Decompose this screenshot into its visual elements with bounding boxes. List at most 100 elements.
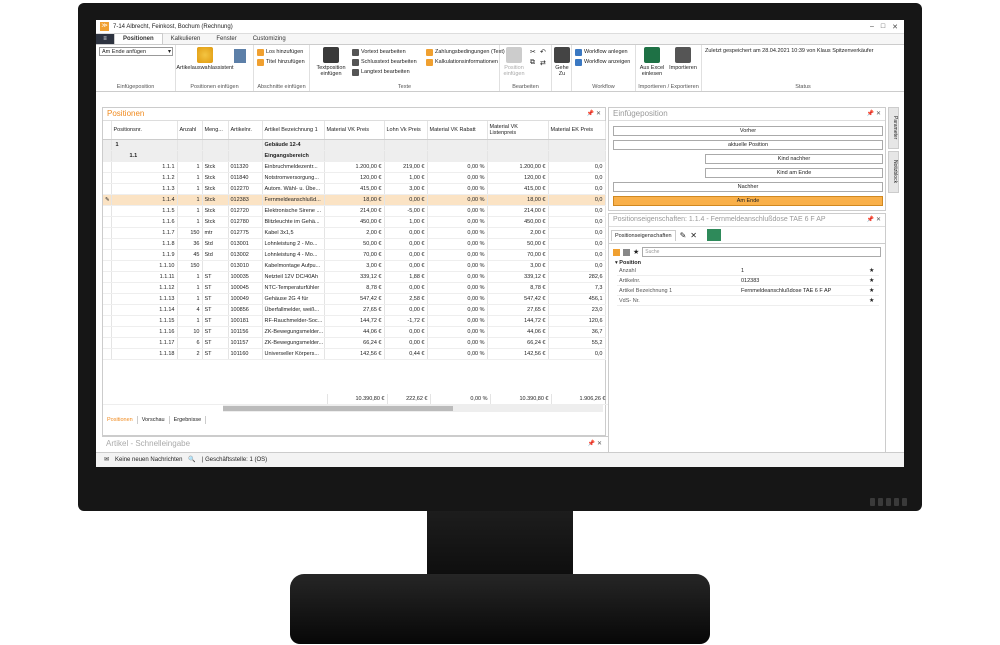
cell-bez[interactable]: Eingangsbereich (262, 150, 325, 162)
cell-list[interactable]: 339,12 € (487, 271, 549, 283)
cell-nr[interactable] (228, 139, 263, 151)
table-row[interactable]: 1.1.2 1 Stck 011840 Notstromversorgung... 120… (103, 172, 606, 184)
col-header[interactable]: Lohn Vk Preis (384, 121, 428, 140)
cell-mvk[interactable]: 8,78 € (324, 282, 385, 294)
cell-mvk[interactable]: 547,42 € (324, 293, 385, 305)
cell-nr[interactable]: 100181 (228, 315, 263, 327)
cell-mvk[interactable]: 27,65 € (324, 304, 385, 316)
cell-rab[interactable]: 0,00 % (427, 227, 488, 239)
cell-bez[interactable]: Notstromversorgung... (262, 172, 325, 184)
payment-terms-button[interactable]: Zahlungsbedingungen (Text) (426, 47, 505, 57)
cell-anzahl[interactable]: 1 (177, 293, 203, 305)
cell-anzahl[interactable]: 36 (177, 238, 203, 250)
cell-bez[interactable]: Kabelmontage Aufpu... (262, 260, 325, 272)
cell-me[interactable] (202, 150, 229, 162)
row-indicator[interactable] (103, 150, 112, 162)
cell-anzahl[interactable]: 1 (177, 172, 203, 184)
cell-list[interactable]: 18,00 € (487, 194, 549, 206)
cell-bez[interactable]: RF-Rauchmelder-Soc... (262, 315, 325, 327)
cell-ek[interactable]: 36,7 (548, 326, 606, 338)
tab-ergebnisse[interactable]: Ergebnisse (170, 416, 207, 424)
cell-lvk[interactable]: 0,00 € (384, 337, 428, 349)
insert-position-button[interactable]: Position einfügen (502, 47, 526, 77)
cell-ek[interactable]: 0,0 (548, 260, 606, 272)
cell-lvk[interactable]: 0,00 € (384, 304, 428, 316)
col-header[interactable]: Material VK Listenpreis (487, 121, 549, 140)
cell-list[interactable]: 8,78 € (487, 282, 549, 294)
numbering-icon[interactable] (234, 49, 246, 63)
cell-list[interactable]: 214,00 € (487, 205, 549, 217)
create-workflow-button[interactable]: Workflow anlegen (575, 47, 632, 57)
properties-search-input[interactable]: Suche (642, 247, 881, 257)
cell-anzahl[interactable]: 6 (177, 337, 203, 349)
table-row[interactable]: 1 Gebäude 12-4 (103, 139, 606, 151)
tab-customizing[interactable]: Customizing (245, 34, 294, 44)
cell-bez[interactable]: Gebäude 12-4 (262, 139, 325, 151)
row-indicator[interactable]: ✎ (103, 194, 112, 206)
cell-pos[interactable]: 1.1.14 (111, 304, 178, 316)
cell-nr[interactable]: 012775 (228, 227, 263, 239)
cell-ek[interactable]: 0,0 (548, 227, 606, 239)
cell-me[interactable]: Stck (202, 172, 229, 184)
cell-lvk[interactable]: 2,58 € (384, 293, 428, 305)
cell-pos[interactable]: 1.1.5 (111, 205, 178, 217)
cell-rab[interactable]: 0,00 % (427, 337, 488, 349)
cell-ek[interactable]: 0,0 (548, 238, 606, 250)
col-header[interactable]: Material VK Preis (324, 121, 385, 140)
cell-ek[interactable]: 120,6 (548, 315, 606, 327)
cell-bez[interactable]: Kabel 3x1,5 (262, 227, 325, 239)
search-icon[interactable]: 🔍 (188, 453, 195, 467)
cell-pos[interactable]: 1.1.15 (111, 315, 178, 327)
cell-nr[interactable]: 101156 (228, 326, 263, 338)
property-row[interactable]: VdS- Nr. ★ (617, 295, 879, 306)
cell-me[interactable] (202, 260, 229, 272)
cell-mvk[interactable]: 70,00 € (324, 249, 385, 261)
cell-anzahl[interactable]: 1 (177, 161, 203, 173)
cell-pos[interactable]: 1.1.17 (111, 337, 178, 349)
calc-info-button[interactable]: Kalkulationsinformationen (426, 57, 505, 67)
cell-rab[interactable]: 0,00 % (427, 282, 488, 294)
cell-anzahl[interactable]: 1 (177, 205, 203, 217)
cell-ek[interactable]: 0,0 (548, 249, 606, 261)
cell-rab[interactable]: 0,00 % (427, 238, 488, 250)
cell-lvk[interactable]: 0,00 € (384, 238, 428, 250)
move-icon[interactable]: ⇄ (540, 59, 546, 67)
cell-me[interactable]: ST (202, 326, 229, 338)
child-after-button[interactable]: Kind nachher (705, 154, 883, 164)
cell-rab[interactable]: 0,00 % (427, 172, 488, 184)
cell-me[interactable]: Stck (202, 183, 229, 195)
pin-icon[interactable]: 📌 ✕ (867, 214, 881, 226)
row-indicator[interactable] (103, 304, 112, 316)
cell-ek[interactable]: 0,0 (548, 216, 606, 228)
cell-bez[interactable]: NTC-Temperaturfühler (262, 282, 325, 294)
cell-ek[interactable]: 0,0 (548, 194, 606, 206)
child-end-button[interactable]: Kind am Ende (705, 168, 883, 178)
cell-anzahl[interactable]: 10 (177, 326, 203, 338)
property-row[interactable]: Anzahl 1 ★ (617, 266, 879, 276)
row-indicator[interactable] (103, 205, 112, 217)
tab-positionseigenschaften[interactable]: Positionseigenschaften (611, 229, 676, 241)
edit-closingtext-button[interactable]: Schlusstext bearbeiten (352, 57, 417, 67)
row-indicator[interactable] (103, 293, 112, 305)
cell-list[interactable]: 66,24 € (487, 337, 549, 349)
cell-nr[interactable]: 101160 (228, 348, 263, 360)
cell-ek[interactable]: 0,0 (548, 172, 606, 184)
cell-rab[interactable]: 0,00 % (427, 249, 488, 261)
cell-rab[interactable]: 0,00 % (427, 348, 488, 360)
cell-bez[interactable]: Fernmeldeanschlußd... (262, 194, 325, 206)
cell-me[interactable]: ST (202, 304, 229, 316)
copy-icon[interactable]: ⧉ (530, 59, 535, 67)
cell-rab[interactable]: 0,00 % (427, 304, 488, 316)
cell-lvk[interactable]: -5,00 € (384, 205, 428, 217)
cell-ek[interactable] (548, 150, 606, 162)
star-icon[interactable]: ★ (867, 295, 879, 306)
cell-me[interactable]: ST (202, 315, 229, 327)
cell-nr[interactable]: 100045 (228, 282, 263, 294)
cell-me[interactable]: ST (202, 271, 229, 283)
table-row[interactable]: 1.1.9 45 Std 013002 Lohnleistung 4 - Mo... 70… (103, 249, 606, 261)
cell-ek[interactable]: 23,0 (548, 304, 606, 316)
cell-lvk[interactable]: 219,00 € (384, 161, 428, 173)
col-header[interactable]: Artikelnr. (228, 121, 263, 140)
download-icon[interactable] (706, 229, 721, 241)
cell-nr[interactable]: 100035 (228, 271, 263, 283)
